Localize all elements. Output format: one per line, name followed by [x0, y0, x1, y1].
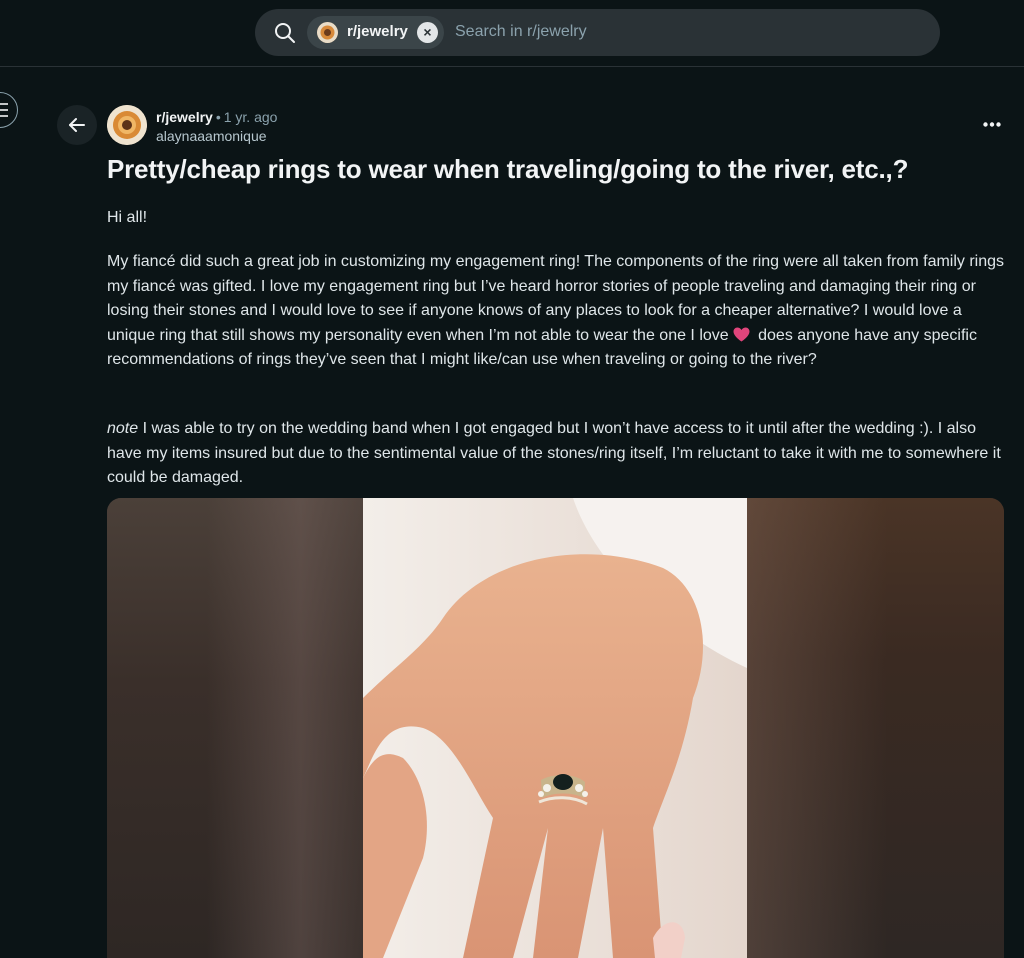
back-button[interactable]: [57, 105, 97, 145]
post-image[interactable]: [363, 498, 747, 958]
post-body-text: I was able to try on the wedding band wh…: [107, 420, 1001, 486]
post-title: Pretty/cheap rings to wear when travelin…: [107, 154, 909, 184]
post-body-greeting: Hi all!: [107, 209, 148, 226]
post-body-note: note I was able to try on the wedding ba…: [107, 417, 1007, 491]
post-meta: r/jewelry • 1 yr. ago: [156, 109, 277, 125]
note-label: note: [107, 420, 139, 437]
more-horizontal-icon: [983, 122, 1001, 127]
more-options-button[interactable]: [975, 112, 1009, 140]
post-timestamp: 1 yr. ago: [223, 109, 278, 125]
media-blur-background: [747, 498, 1004, 958]
subreddit-avatar: [317, 22, 338, 43]
chip-label: r/jewelry: [347, 23, 408, 40]
author-link[interactable]: alaynaaamonique: [156, 128, 267, 144]
arrow-left-icon: [69, 118, 85, 132]
subreddit-search-chip[interactable]: r/jewelry ×: [307, 16, 444, 49]
meta-separator: •: [215, 109, 221, 125]
search-bar[interactable]: r/jewelry × Search in r/jewelry: [255, 9, 940, 56]
media-blur-background: [107, 498, 363, 958]
top-bar: r/jewelry × Search in r/jewelry: [0, 0, 1024, 67]
heart-icon: [733, 327, 750, 341]
close-icon[interactable]: ×: [417, 22, 438, 43]
menu-icon: [0, 103, 8, 117]
post-body-paragraph: My fiancé did such a great job in custom…: [107, 250, 1007, 373]
post-media[interactable]: [107, 498, 1004, 958]
search-input[interactable]: Search in r/jewelry: [455, 23, 587, 41]
subreddit-link[interactable]: r/jewelry: [156, 109, 213, 125]
search-icon[interactable]: [273, 21, 297, 45]
subreddit-avatar[interactable]: [107, 105, 147, 145]
sidebar-toggle-button[interactable]: [0, 92, 18, 128]
